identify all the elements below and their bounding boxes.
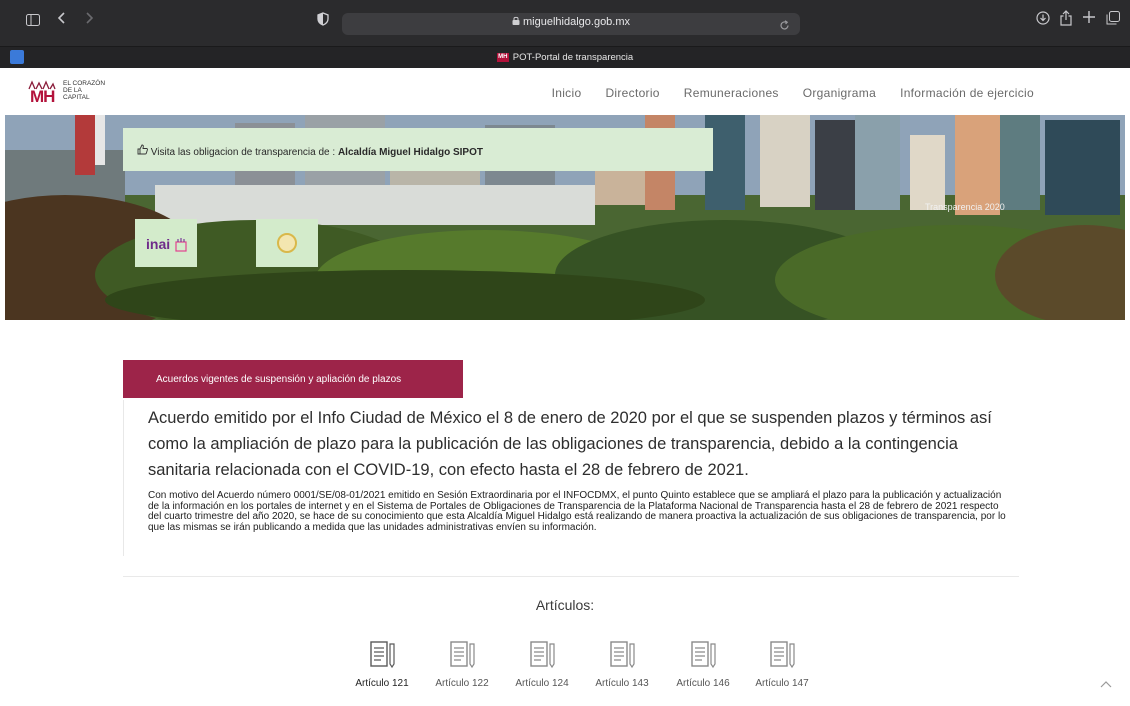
articulo-label: Artículo 121 xyxy=(355,678,409,689)
lock-icon xyxy=(512,16,523,28)
notice-prefix: Visita las obligacion de transparencia d… xyxy=(150,147,338,158)
url-text: miguelhidalgo.gob.mx xyxy=(342,16,800,28)
document-icon xyxy=(448,640,476,670)
section-divider xyxy=(123,576,1019,577)
articulo-124-link[interactable]: Artículo 124 xyxy=(502,640,582,689)
content-left-border xyxy=(123,400,124,556)
acuerdos-tab-label: Acuerdos vigentes de suspensión y apliac… xyxy=(156,374,402,385)
url-value: miguelhidalgo.gob.mx xyxy=(523,16,631,28)
articulo-121-link[interactable]: Artículo 121 xyxy=(342,640,422,689)
infocdmx-logo-icon xyxy=(277,233,297,253)
articulo-label: Artículo 146 xyxy=(676,678,730,689)
articulo-label: Artículo 147 xyxy=(755,678,809,689)
notice-link[interactable]: Alcaldía Miguel Hidalgo SIPOT xyxy=(338,147,483,158)
tab-overview-icon[interactable] xyxy=(1106,11,1120,31)
acuerdo-paragraph: Con motivo del Acuerdo número 0001/SE/08… xyxy=(148,490,1006,533)
logo-line-2: DE LA xyxy=(63,87,82,94)
logo-line-3: CAPITAL xyxy=(63,94,90,101)
thumbs-up-icon xyxy=(137,144,151,158)
articulo-label: Artículo 143 xyxy=(595,678,649,689)
logo-wordmark: EL CORAZÓN DE LA CAPITAL xyxy=(63,80,105,101)
articulo-146-link[interactable]: Artículo 146 xyxy=(663,640,743,689)
reload-icon[interactable] xyxy=(779,18,790,36)
document-icon xyxy=(768,640,796,670)
document-icon xyxy=(528,640,556,670)
nav-informacion-ejercicio[interactable]: Información de ejercicio xyxy=(900,86,1034,100)
infocdmx-badge[interactable] xyxy=(256,219,318,267)
nav-organigrama[interactable]: Organigrama xyxy=(803,86,876,100)
scroll-to-top-icon[interactable] xyxy=(1098,678,1114,692)
document-icon xyxy=(608,640,636,670)
articulos-title: Artículos: xyxy=(535,597,595,613)
document-icon xyxy=(368,640,396,670)
share-icon[interactable] xyxy=(1060,10,1072,32)
active-tab[interactable]: MH POT-Portal de transparencia xyxy=(0,52,1130,63)
articulo-label: Artículo 122 xyxy=(435,678,489,689)
download-icon[interactable] xyxy=(1036,11,1050,31)
inai-logo-text: inai xyxy=(146,236,171,252)
tab-favicon-icon: MH xyxy=(496,52,509,62)
hero-caption: Transparencia 2020 xyxy=(925,202,1005,212)
logo-line-1: EL CORAZÓN xyxy=(63,80,106,87)
articulo-122-link[interactable]: Artículo 122 xyxy=(422,640,502,689)
sidebar-toggle-icon[interactable] xyxy=(26,12,40,32)
logo-mark: MH xyxy=(30,87,55,106)
new-tab-icon[interactable] xyxy=(1082,10,1096,30)
articulo-143-link[interactable]: Artículo 143 xyxy=(582,640,662,689)
inai-logo-icon xyxy=(175,236,187,257)
address-bar[interactable]: miguelhidalgo.gob.mx xyxy=(342,13,800,35)
articulo-label: Artículo 124 xyxy=(515,678,569,689)
nav-inicio[interactable]: Inicio xyxy=(552,86,582,100)
sipot-notice-banner[interactable]: Visita las obligacion de transparencia d… xyxy=(123,128,713,171)
document-icon xyxy=(689,640,717,670)
articulo-147-link[interactable]: Artículo 147 xyxy=(742,640,822,689)
privacy-shield-icon[interactable] xyxy=(317,12,329,32)
tab-bar: MH POT-Portal de transparencia xyxy=(0,46,1130,69)
acuerdos-tab[interactable]: Acuerdos vigentes de suspensión y apliac… xyxy=(123,360,463,398)
browser-toolbar: miguelhidalgo.gob.mx xyxy=(0,0,1130,46)
back-icon[interactable] xyxy=(57,11,67,31)
browser-chrome: miguelhidalgo.gob.mx MH POT-Portal de tra… xyxy=(0,0,1130,69)
notice-text: Visita las obligacion de transparencia d… xyxy=(137,144,483,158)
nav-remuneraciones[interactable]: Remuneraciones xyxy=(684,86,779,100)
site-logo[interactable]: MH EL CORAZÓN DE LA CAPITAL xyxy=(26,77,126,107)
logo-emblem-icon xyxy=(28,77,56,90)
tab-title: POT-Portal de transparencia xyxy=(512,52,634,63)
main-nav: Inicio Directorio Remuneraciones Organig… xyxy=(552,86,1034,100)
forward-icon[interactable] xyxy=(84,11,94,31)
inai-badge[interactable]: inai xyxy=(135,219,197,267)
nav-directorio[interactable]: Directorio xyxy=(605,86,659,100)
acuerdo-headline: Acuerdo emitido por el Info Ciudad de Mé… xyxy=(148,409,992,479)
